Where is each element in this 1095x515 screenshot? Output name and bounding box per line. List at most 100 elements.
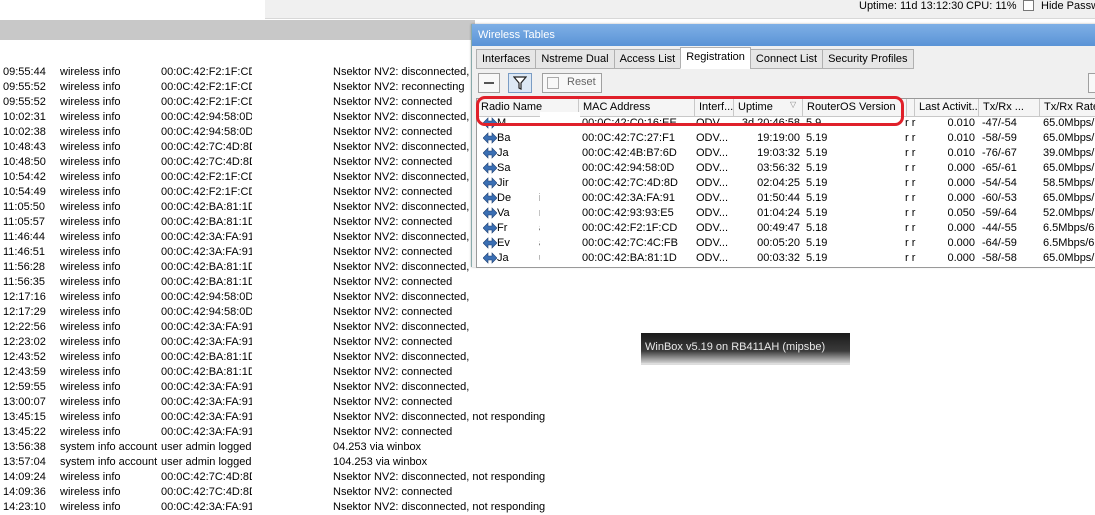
log-row[interactable]: 12:59:55 wireless info 00:0C:42:3A:FA:91 Ns…	[0, 380, 560, 395]
log-source: 00:0C:42:F2:1F:CD	[161, 186, 252, 198]
log-topic: system info account	[60, 441, 158, 453]
log-row[interactable]: 14:09:24 wireless info 00:0C:42:7C:4D:8D Ns…	[0, 470, 560, 485]
cell-uptime: 3d 20:46:58	[741, 117, 800, 129]
log-topic: wireless info	[60, 66, 121, 78]
log-topic: wireless info	[60, 501, 121, 513]
find-field[interactable]	[1088, 73, 1095, 93]
log-row[interactable]: 14:23:10 wireless info 00:0C:42:3A:FA:91 Ns…	[0, 500, 560, 515]
log-source: 00:0C:42:BA:81:1D	[161, 276, 252, 288]
log-source: 00:0C:42:7C:4D:8D	[161, 141, 252, 153]
log-message: Nsektor NV2: disconnected, not respondin…	[333, 411, 546, 423]
window-title[interactable]: Wireless Tables	[472, 24, 1095, 46]
reset-button[interactable]: Reset	[542, 73, 602, 93]
column-header[interactable]: RouterOS Version	[803, 99, 907, 116]
cell-mac: 00:0C:42:93:93:E5	[582, 207, 674, 219]
cell-ver: 5.19	[806, 162, 828, 174]
log-time: 12:43:59	[3, 366, 46, 378]
log-topic: wireless info	[60, 486, 121, 498]
log-topic: wireless info	[60, 231, 121, 243]
log-topic: wireless info	[60, 96, 121, 108]
cell-last: 0.000	[947, 162, 975, 174]
cell-sig: -54/-54	[982, 177, 1017, 189]
log-row[interactable]: 12:23:02 wireless info 00:0C:42:3A:FA:91 Ns…	[0, 335, 560, 350]
reset-label: Reset	[567, 76, 596, 88]
log-source: user admin logged o	[161, 456, 252, 468]
log-topic: system info account	[60, 456, 158, 468]
log-topic: wireless info	[60, 291, 121, 303]
cell-name: Ja	[497, 252, 509, 264]
log-topic: wireless info	[60, 126, 121, 138]
cell-ver: 5.19	[806, 192, 828, 204]
filter-button[interactable]	[508, 73, 532, 93]
column-header[interactable]: Tx/Rx Rate	[1040, 99, 1095, 116]
log-time: 12:23:02	[3, 336, 46, 348]
cell-ver: 5.9	[806, 117, 822, 129]
cell-name: Ja	[497, 147, 509, 159]
cell-last: 0.050	[947, 207, 975, 219]
cell-uptime: 00:05:20	[757, 237, 800, 249]
log-time: 12:22:56	[3, 321, 46, 333]
log-time: 13:57:04	[3, 456, 46, 468]
log-time: 10:02:31	[3, 111, 46, 123]
tab-bar: Interfaces Nstreme Dual Access List Registr…	[476, 47, 914, 69]
log-time: 13:00:07	[3, 396, 46, 408]
log-message: Nsektor NV2: connected	[333, 366, 453, 378]
cell-rate: 65.0Mbps/	[1043, 192, 1095, 204]
log-row[interactable]: 13:45:15 wireless info 00:0C:42:3A:FA:91 Ns…	[0, 410, 560, 425]
log-source: 00:0C:42:BA:81:1D	[161, 261, 252, 273]
column-header[interactable]: Tx/Rx ...	[979, 99, 1040, 116]
log-row[interactable]: 12:43:52 wireless info 00:0C:42:BA:81:1D Ns…	[0, 350, 560, 365]
log-time: 09:55:52	[3, 96, 46, 108]
log-row[interactable]: 13:45:22 wireless info 00:0C:42:3A:FA:91 Ns…	[0, 425, 560, 440]
cell-mac: 00:0C:42:7C:27:F1	[582, 132, 675, 144]
log-message: Nsektor NV2: disconnected,	[333, 291, 470, 303]
cell-mac: 00:0C:42:7C:4D:8D	[582, 177, 678, 189]
cell-iface: ODV...	[696, 162, 728, 174]
log-row[interactable]: 13:00:07 wireless info 00:0C:42:3A:FA:91 Ns…	[0, 395, 560, 410]
column-header[interactable]	[907, 99, 915, 116]
log-row[interactable]: 12:22:56 wireless info 00:0C:42:3A:FA:91 Ns…	[0, 320, 560, 335]
tab-registration[interactable]: Registration	[680, 47, 751, 69]
log-topic: wireless info	[60, 216, 121, 228]
remove-button[interactable]	[478, 73, 500, 93]
cell-mac: 00:0C:42:4B:B7:6D	[582, 147, 677, 159]
log-message: Nsektor NV2: connected	[333, 336, 453, 348]
cell-rate: 65.0Mbps/	[1043, 162, 1095, 174]
column-header[interactable]: Interf...	[695, 99, 734, 116]
column-header[interactable]: Last Activit...	[915, 99, 979, 116]
log-source: 00:0C:42:BA:81:1D	[161, 366, 252, 378]
log-time: 11:46:51	[3, 246, 46, 258]
log-row[interactable]: 13:56:38 system info account user admin lo…	[0, 440, 560, 455]
column-header[interactable]: MAC Address	[579, 99, 695, 116]
cell-name: Jir	[497, 177, 509, 189]
cell-last: 0.000	[947, 177, 975, 189]
cell-mac: 00:0C:42:7C:4C:FB	[582, 237, 678, 249]
hide-passwords-checkbox[interactable]	[1023, 0, 1034, 11]
log-row[interactable]: 13:57:04 system info account user admin lo…	[0, 455, 560, 470]
log-row[interactable]: 12:17:29 wireless info 00:0C:42:94:58:0D Ns…	[0, 305, 560, 320]
cell-name: Fr	[497, 222, 508, 234]
cell-iface: ODV...	[696, 192, 728, 204]
cell-sig: -59/-64	[982, 207, 1017, 219]
status-bar: Uptime: 11d 13:12:30 CPU: 11% Hide Passw	[265, 0, 1095, 19]
cell-ver: 5.19	[806, 177, 828, 189]
log-row[interactable]: 14:09:36 wireless info 00:0C:42:7C:4D:8D Ns…	[0, 485, 560, 500]
cell-iface: ODV...	[696, 147, 728, 159]
tab-security-profiles[interactable]: Security Profiles	[822, 49, 914, 69]
log-message: Nsektor NV2: disconnected,	[333, 351, 470, 363]
log-topic: wireless info	[60, 396, 121, 408]
minus-icon	[484, 82, 494, 84]
cell-last: 0.010	[947, 132, 975, 144]
log-message: Nsektor NV2: connected	[333, 396, 453, 408]
log-topic: wireless info	[60, 276, 121, 288]
tab-nstreme-dual[interactable]: Nstreme Dual	[535, 49, 615, 69]
log-topic: wireless info	[60, 246, 121, 258]
log-row[interactable]: 12:43:59 wireless info 00:0C:42:BA:81:1D Ns…	[0, 365, 560, 380]
tab-connect-list[interactable]: Connect List	[749, 49, 824, 69]
tab-interfaces[interactable]: Interfaces	[476, 49, 537, 69]
log-topic: wireless info	[60, 426, 121, 438]
log-source: 00:0C:42:3A:FA:91	[161, 396, 252, 408]
tab-access-list[interactable]: Access List	[613, 49, 682, 69]
log-topic: wireless info	[60, 351, 121, 363]
log-topic: wireless info	[60, 381, 121, 393]
